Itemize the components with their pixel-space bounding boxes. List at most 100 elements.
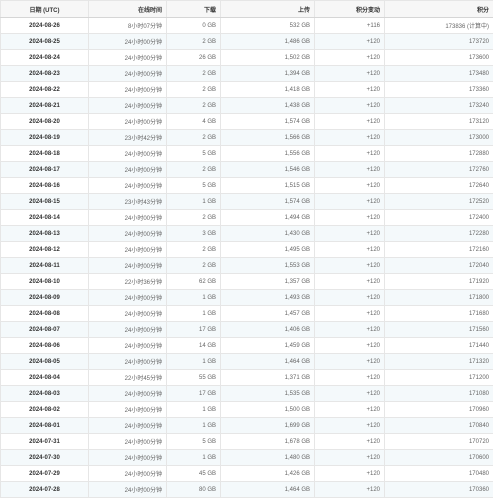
cell-points-change: +120 — [314, 129, 385, 146]
table-row: 2024-08-14 24小时00分钟 2 GB 1,494 GB +120 172400 — [0, 209, 493, 226]
cell-online-time: 24小时00分钟 — [88, 321, 167, 338]
cell-points: 173480 — [384, 65, 493, 82]
cell-date: 2024-08-17 — [0, 161, 89, 178]
cell-points-change: +120 — [314, 65, 385, 82]
cell-points-change: +120 — [314, 161, 385, 178]
cell-download: 2 GB — [166, 65, 221, 82]
cell-points: 171800 — [384, 289, 493, 306]
points-history-table: 日期 (UTC) 在线时间 下载 上传 积分变动 积分 2024-08-26 8小… — [0, 0, 493, 498]
cell-points-change: +120 — [314, 385, 385, 402]
cell-points: 171200 — [384, 369, 493, 386]
table-row: 2024-08-15 23小时43分钟 1 GB 1,574 GB +120 172520 — [0, 193, 493, 210]
cell-points: 171440 — [384, 337, 493, 354]
cell-upload: 1,486 GB — [220, 33, 315, 50]
cell-upload: 1,459 GB — [220, 337, 315, 354]
table-row: 2024-08-13 24小时00分钟 3 GB 1,430 GB +120 172280 — [0, 225, 493, 242]
column-header-date[interactable]: 日期 (UTC) — [0, 0, 89, 18]
cell-upload: 1,678 GB — [220, 433, 315, 450]
cell-online-time: 24小时00分钟 — [88, 401, 167, 418]
cell-date: 2024-08-22 — [0, 81, 89, 98]
column-header-online-time[interactable]: 在线时间 — [88, 0, 167, 18]
cell-online-time: 8小时07分钟 — [88, 17, 167, 34]
cell-upload: 1,574 GB — [220, 193, 315, 210]
cell-points: 173360 — [384, 81, 493, 98]
cell-download: 1 GB — [166, 305, 221, 322]
cell-points: 173720 — [384, 33, 493, 50]
cell-points: 173120 — [384, 113, 493, 130]
column-header-download[interactable]: 下载 — [166, 0, 221, 18]
cell-points-change: +120 — [314, 241, 385, 258]
cell-points: 171680 — [384, 305, 493, 322]
cell-date: 2024-08-05 — [0, 353, 89, 370]
table-row: 2024-08-12 24小时00分钟 2 GB 1,495 GB +120 172160 — [0, 241, 493, 258]
cell-points: 170960 — [384, 401, 493, 418]
cell-online-time: 24小时00分钟 — [88, 177, 167, 194]
cell-points-change: +120 — [314, 257, 385, 274]
cell-download: 5 GB — [166, 145, 221, 162]
cell-download: 1 GB — [166, 417, 221, 434]
table-row: 2024-08-02 24小时00分钟 1 GB 1,500 GB +120 170960 — [0, 401, 493, 418]
cell-download: 2 GB — [166, 161, 221, 178]
cell-points: 172160 — [384, 241, 493, 258]
cell-upload: 1,553 GB — [220, 257, 315, 274]
cell-points-change: +120 — [314, 369, 385, 386]
cell-online-time: 24小时00分钟 — [88, 465, 167, 482]
cell-points: 171320 — [384, 353, 493, 370]
cell-date: 2024-08-24 — [0, 49, 89, 66]
table-row: 2024-07-28 24小时00分钟 80 GB 1,464 GB +120 17036… — [0, 481, 493, 498]
cell-upload: 1,394 GB — [220, 65, 315, 82]
cell-online-time: 24小时00分钟 — [88, 481, 167, 498]
cell-online-time: 24小时00分钟 — [88, 289, 167, 306]
table-row: 2024-08-08 24小时00分钟 1 GB 1,457 GB +120 171680 — [0, 305, 493, 322]
table-row: 2024-07-31 24小时00分钟 5 GB 1,678 GB +120 170720 — [0, 433, 493, 450]
table-row: 2024-08-20 24小时00分钟 4 GB 1,574 GB +120 173120 — [0, 113, 493, 130]
cell-points-change: +120 — [314, 273, 385, 290]
cell-points: 172280 — [384, 225, 493, 242]
cell-online-time: 24小时00分钟 — [88, 257, 167, 274]
cell-upload: 1,494 GB — [220, 209, 315, 226]
cell-points: 173000 — [384, 129, 493, 146]
cell-download: 55 GB — [166, 369, 221, 386]
table-row: 2024-07-30 24小时00分钟 1 GB 1,480 GB +120 170600 — [0, 449, 493, 466]
cell-points-change: +120 — [314, 289, 385, 306]
cell-date: 2024-08-02 — [0, 401, 89, 418]
table-row: 2024-08-01 24小时00分钟 1 GB 1,699 GB +120 170840 — [0, 417, 493, 434]
cell-upload: 1,566 GB — [220, 129, 315, 146]
cell-upload: 1,502 GB — [220, 49, 315, 66]
cell-points: 173240 — [384, 97, 493, 114]
cell-points-change: +120 — [314, 449, 385, 466]
table-row: 2024-07-29 24小时00分钟 45 GB 1,426 GB +120 17048… — [0, 465, 493, 482]
cell-upload: 1,464 GB — [220, 353, 315, 370]
table-row: 2024-08-05 24小时00分钟 1 GB 1,464 GB +120 171320 — [0, 353, 493, 370]
cell-date: 2024-07-29 — [0, 465, 89, 482]
cell-online-time: 24小时00分钟 — [88, 433, 167, 450]
cell-upload: 1,574 GB — [220, 113, 315, 130]
table-row: 2024-08-16 24小时00分钟 5 GB 1,515 GB +120 172640 — [0, 177, 493, 194]
cell-online-time: 24小时00分钟 — [88, 113, 167, 130]
cell-points: 172040 — [384, 257, 493, 274]
table-row: 2024-08-06 24小时00分钟 14 GB 1,459 GB +120 17144… — [0, 337, 493, 354]
cell-date: 2024-08-20 — [0, 113, 89, 130]
cell-points: 172520 — [384, 193, 493, 210]
cell-online-time: 24小时00分钟 — [88, 33, 167, 50]
cell-download: 5 GB — [166, 433, 221, 450]
cell-points: 171080 — [384, 385, 493, 402]
cell-download: 2 GB — [166, 257, 221, 274]
table-row: 2024-08-25 24小时00分钟 2 GB 1,486 GB +120 173720 — [0, 33, 493, 50]
cell-date: 2024-08-07 — [0, 321, 89, 338]
cell-points-change: +120 — [314, 401, 385, 418]
cell-date: 2024-08-18 — [0, 145, 89, 162]
cell-points-change: +120 — [314, 145, 385, 162]
column-header-points[interactable]: 积分 — [384, 0, 493, 18]
cell-online-time: 24小时00分钟 — [88, 225, 167, 242]
cell-download: 4 GB — [166, 113, 221, 130]
cell-upload: 1,515 GB — [220, 177, 315, 194]
cell-date: 2024-08-06 — [0, 337, 89, 354]
cell-online-time: 24小时00分钟 — [88, 385, 167, 402]
column-header-upload[interactable]: 上传 — [220, 0, 315, 18]
cell-online-time: 24小时00分钟 — [88, 209, 167, 226]
column-header-points-change[interactable]: 积分变动 — [314, 0, 385, 18]
cell-points-change: +120 — [314, 33, 385, 50]
cell-date: 2024-08-21 — [0, 97, 89, 114]
cell-online-time: 22小时45分钟 — [88, 369, 167, 386]
